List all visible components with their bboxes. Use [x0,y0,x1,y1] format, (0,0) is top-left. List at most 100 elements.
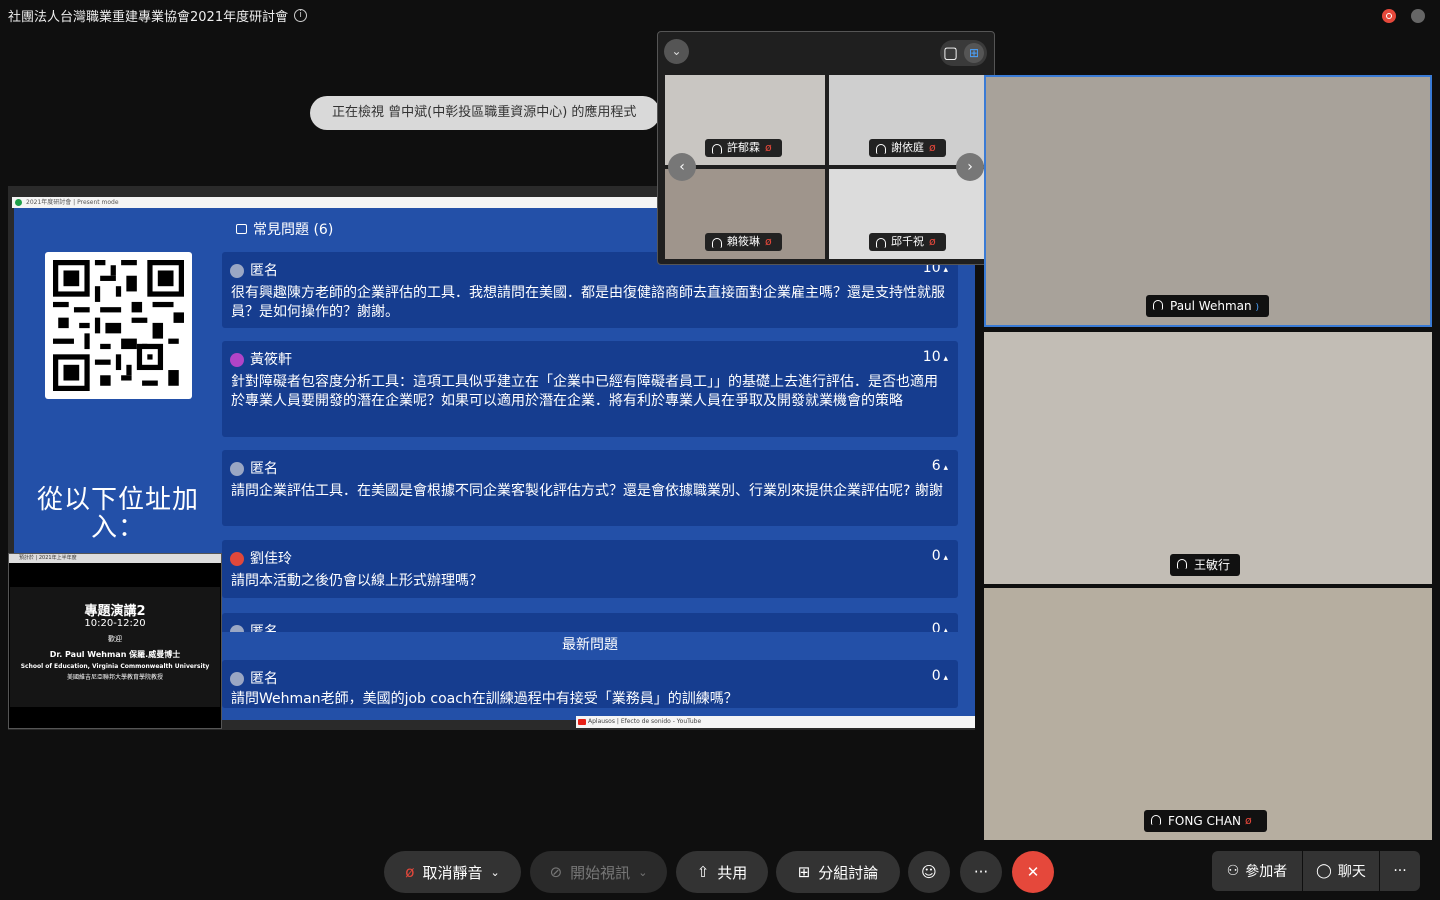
headset-icon [712,238,722,248]
like-count[interactable]: 6 [932,458,948,474]
headset-icon [1151,815,1161,825]
question-author: 匿名 [250,461,278,477]
person-icon: ⚇ [1226,863,1240,879]
question-card: 劉佳玲 0 請問本活動之後仍會以線上形式辦理嗎？ [222,540,958,598]
panel-more-label: ··· [1393,863,1407,879]
talk-title: 專題演講2 [84,604,146,619]
emoji-icon: ☺ [921,863,937,881]
participant-name: 賴筱琳 ø [705,233,782,251]
speaker-affiliation-zh: 美國維吉尼亞聯邦大學教育學院教授 [66,674,163,681]
question-text: 請問本活動之後仍會以線上形式辦理嗎？ [231,573,483,589]
viewing-banner: 正在檢視 曾中斌(中彰投區職重資源中心) 的應用程式 [310,96,660,130]
panel-more-button[interactable]: ··· [1380,851,1420,891]
participants-button[interactable]: ⚇ 參加者 [1212,851,1302,891]
video-name-label: 王敏行 [1170,554,1241,576]
chat-icon: ◯ [1316,863,1332,879]
participant-name-text: 賴筱琳 [727,235,760,248]
video-name-label: Paul Wehman ) [1146,295,1269,317]
video-tile[interactable]: Paul Wehman ) [984,75,1432,327]
question-author: 匿名 [250,624,278,632]
question-list: 匿名 10 很有興趣陳方老師的企業評估的工具．我想請問在美國．都是由復健諮商師去… [222,252,958,632]
video-off-icon: ⊘ [549,863,563,881]
avatar-icon [230,672,244,686]
participant-name-text: 謝依庭 [891,141,924,154]
headset-icon [876,144,886,154]
reactions-button[interactable]: ☺ [908,851,950,893]
newest-questions-header[interactable]: 最新問題 [222,633,958,657]
share-button[interactable]: ⇧ 共用 [676,851,768,893]
single-view-icon[interactable]: ▢ [943,43,963,63]
mic-muted-icon: ø [929,235,936,248]
avatar-icon [230,462,244,476]
question-author: 劉佳玲 [250,551,292,567]
question-card: 匿名 0 請問Wehman老師，美國的job coach在訓練過程中有接受「業務… [222,660,958,708]
more-options-label: ··· [973,863,989,881]
like-count[interactable]: 10 [923,349,948,365]
speaker-affiliation: School of Education, Virginia Commonweal… [20,663,210,670]
question-author: 黃筱軒 [250,352,292,368]
video-name: Paul Wehman [1170,299,1252,313]
qr-code [45,252,192,399]
qa-title-text: 常見問題 (6) [253,222,334,238]
participant-tile[interactable]: 許郁霖 ø [665,75,825,165]
close-icon: ✕ [1026,863,1040,881]
window-title-text: 社團法人台灣職業重建專業協會2021年度研討會 [8,10,289,25]
window-title: 社團法人台灣職業重建專業協會2021年度研討會 i [8,6,308,25]
participant-tile[interactable]: 謝依庭 ø [829,75,989,165]
video-tile[interactable]: 王敏行 [984,332,1432,584]
qa-title: 常見問題 (6) [236,219,333,239]
question-card: 黃筱軒 10 針對障礙者包容度分析工具：這項工具似乎建立在「企業中已經有障礙者員… [222,341,958,437]
info-icon[interactable]: i [294,9,308,22]
more-options-button[interactable]: ··· [960,851,1002,893]
participant-name: 許郁霖 ø [705,139,782,157]
avatar-icon [230,625,244,632]
video-name: FONG CHAN [1168,814,1242,828]
participant-name-text: 許郁霖 [727,141,760,154]
mic-muted-icon: ø [405,863,415,881]
view-toggle[interactable]: ▢ ⊞ [940,40,987,66]
like-count[interactable]: 0 [932,548,948,564]
record-icon[interactable] [1382,9,1396,23]
welcome-text: 歡迎 [108,635,122,643]
breakout-button[interactable]: ⊞ 分組討論 [776,851,900,893]
headset-icon [876,238,886,248]
question-text: 請問Wehman老師，美國的job coach在訓練過程中有接受「業務員」的訓練… [231,691,738,707]
unmute-button[interactable]: ø 取消靜音 ⌄ [384,851,521,893]
participant-tile[interactable]: 賴筱琳 ø [665,169,825,259]
gallery-prev-icon[interactable]: ‹ [668,153,696,181]
chevron-down-icon[interactable]: ⌄ [490,866,499,879]
headset-icon [1177,559,1187,569]
start-video-label: 開始視訊 [570,863,631,882]
avatar-icon [230,264,244,278]
chat-button[interactable]: ◯ 聊天 [1303,851,1379,891]
chevron-down-icon[interactable]: ⌄ [638,866,647,879]
like-count[interactable]: 0 [932,621,948,632]
mic-muted-icon: ø [929,141,936,154]
video-tile[interactable]: FONG CHAN ø [984,588,1432,840]
chat-label: 聊天 [1337,864,1366,880]
talk-time: 10:20-12:20 [84,618,146,629]
gallery-next-icon[interactable]: › [956,153,984,181]
grid-view-icon[interactable]: ⊞ [964,43,984,63]
question-author: 匿名 [250,671,278,687]
question-card: 匿名 6 請問企業評估工具．在美國是會根據不同企業客製化評估方式？還是會依據職業… [222,450,958,526]
avatar-icon [230,552,244,566]
participants-label: 參加者 [1245,864,1288,880]
collapse-icon[interactable]: ⌄ [664,39,689,64]
speaker-name: Dr. Paul Wehman 保羅.威曼博士 [49,650,181,659]
breakout-label: 分組討論 [818,863,879,882]
share-icon: ⇧ [696,863,710,881]
question-author: 匿名 [250,263,278,279]
unmute-label: 取消靜音 [422,863,483,882]
inset-title-bar: 預計於 | 2021年上半年度 [9,554,221,563]
qr-code-image [53,260,184,391]
start-video-button[interactable]: ⊘ 開始視訊 ⌄ [530,851,667,893]
participant-tile[interactable]: 邱千祝 ø [829,169,989,259]
security-icon[interactable] [1411,9,1425,23]
leave-button[interactable]: ✕ [1012,851,1054,893]
participant-name: 謝依庭 ø [869,139,946,157]
like-count[interactable]: 0 [932,668,948,684]
participant-name: 邱千祝 ø [869,233,946,251]
question-text: 很有興趣陳方老師的企業評估的工具．我想請問在美國．都是由復健諮商師去直接面對企業… [231,285,945,320]
question-text: 針對障礙者包容度分析工具：這項工具似乎建立在「企業中已經有障礙者員工」」的基礎上… [231,374,938,409]
